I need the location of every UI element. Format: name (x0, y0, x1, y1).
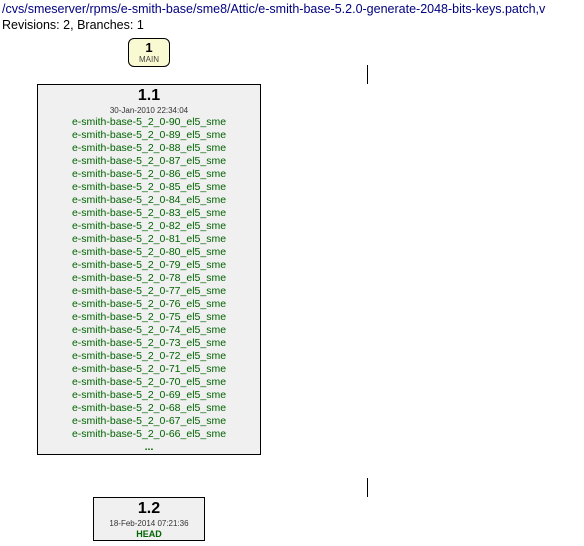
revision-tag: e-smith-base-5_2_0-90_el5_sme (38, 116, 260, 129)
revision-tag: e-smith-base-5_2_0-79_el5_sme (38, 259, 260, 272)
revision-tag: e-smith-base-5_2_0-66_el5_sme (38, 428, 260, 441)
revisions-value: 2, (63, 18, 73, 32)
revision-head-tag: HEAD (94, 529, 204, 540)
revision-tags-more: ... (38, 441, 260, 454)
revision-tag: e-smith-base-5_2_0-84_el5_sme (38, 194, 260, 207)
branches-label: Branches: (77, 18, 133, 32)
revision-date: 18-Feb-2014 07:21:36 (94, 519, 204, 529)
branches-value: 1 (137, 18, 144, 32)
revision-tag: e-smith-base-5_2_0-67_el5_sme (38, 415, 260, 428)
revision-box-1-2[interactable]: 1.2 18-Feb-2014 07:21:36 HEAD (93, 497, 205, 541)
connector-line (367, 478, 368, 497)
revision-tag: e-smith-base-5_2_0-70_el5_sme (38, 376, 260, 389)
revision-date: 30-Jan-2010 22:34:04 (38, 106, 260, 116)
revision-tag: e-smith-base-5_2_0-75_el5_sme (38, 311, 260, 324)
revision-tag: e-smith-base-5_2_0-76_el5_sme (38, 298, 260, 311)
branch-box-main[interactable]: 1 MAIN (128, 38, 170, 67)
revision-tag: e-smith-base-5_2_0-82_el5_sme (38, 220, 260, 233)
revision-tag: e-smith-base-5_2_0-73_el5_sme (38, 337, 260, 350)
revision-tag: e-smith-base-5_2_0-85_el5_sme (38, 181, 260, 194)
revision-box-1-1[interactable]: 1.1 30-Jan-2010 22:34:04 e-smith-base-5_… (37, 84, 261, 455)
connector-line (367, 65, 368, 84)
revision-tag: e-smith-base-5_2_0-72_el5_sme (38, 350, 260, 363)
revision-tag: e-smith-base-5_2_0-68_el5_sme (38, 402, 260, 415)
revision-tag: e-smith-base-5_2_0-81_el5_sme (38, 233, 260, 246)
revision-tag: e-smith-base-5_2_0-71_el5_sme (38, 363, 260, 376)
revision-tag: e-smith-base-5_2_0-88_el5_sme (38, 142, 260, 155)
branch-number: 1 (129, 39, 169, 55)
file-path: /cvs/smeserver/rpms/e-smith-base/sme8/At… (2, 2, 584, 16)
revision-number: 1.1 (38, 85, 260, 106)
revision-number: 1.2 (94, 498, 204, 519)
branch-name: MAIN (129, 55, 169, 66)
revision-tag: e-smith-base-5_2_0-83_el5_sme (38, 207, 260, 220)
revision-meta: Revisions: 2, Branches: 1 (2, 18, 584, 32)
revision-tag: e-smith-base-5_2_0-87_el5_sme (38, 155, 260, 168)
revision-tag: e-smith-base-5_2_0-86_el5_sme (38, 168, 260, 181)
revision-tag: e-smith-base-5_2_0-77_el5_sme (38, 285, 260, 298)
revision-tag: e-smith-base-5_2_0-74_el5_sme (38, 324, 260, 337)
revision-tag: e-smith-base-5_2_0-80_el5_sme (38, 246, 260, 259)
revision-tag: e-smith-base-5_2_0-69_el5_sme (38, 389, 260, 402)
revisions-label: Revisions: (2, 18, 60, 32)
revision-tag: e-smith-base-5_2_0-78_el5_sme (38, 272, 260, 285)
revision-tags: e-smith-base-5_2_0-90_el5_smee-smith-bas… (38, 116, 260, 441)
revision-graph: 1 MAIN 1.1 30-Jan-2010 22:34:04 e-smith-… (2, 38, 584, 544)
revision-tag: e-smith-base-5_2_0-89_el5_sme (38, 129, 260, 142)
